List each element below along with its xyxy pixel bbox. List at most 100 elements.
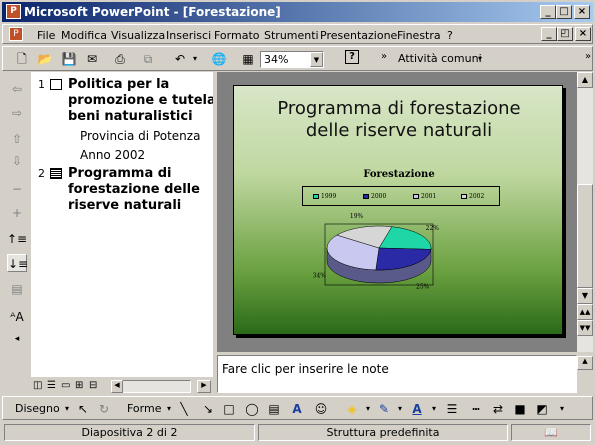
move-down-icon[interactable]: ⇩ bbox=[7, 152, 27, 170]
slide-2-title-line-3[interactable]: riserve naturali bbox=[68, 198, 181, 214]
text-box-icon[interactable]: ▤ bbox=[265, 400, 283, 418]
3d-icon[interactable]: ◩ bbox=[533, 400, 551, 418]
arrow-icon[interactable]: ↘ bbox=[199, 400, 217, 418]
summary-slide-icon[interactable]: ▤ bbox=[7, 280, 27, 298]
previous-slide-icon[interactable]: ▲▲ bbox=[577, 304, 593, 320]
promote-icon[interactable]: ⇦ bbox=[7, 80, 27, 98]
outline-hscroll-track[interactable] bbox=[121, 380, 191, 393]
menu-modifica[interactable]: Modifica bbox=[61, 29, 107, 42]
line-style-icon[interactable]: ☰ bbox=[443, 400, 461, 418]
pie-chart[interactable]: 22% 25% 34% 19% bbox=[234, 86, 564, 336]
zoom-select[interactable]: 34% ▼ bbox=[260, 51, 324, 68]
pie-data-label: 25% bbox=[416, 283, 430, 290]
rectangle-icon[interactable]: □ bbox=[220, 400, 238, 418]
slide[interactable]: Programma di forestazione delle riserve … bbox=[233, 85, 563, 335]
slide-1-title-line-2[interactable]: promozione e tutela de bbox=[68, 93, 213, 109]
slide-1-bullet-2[interactable]: Anno 2002 bbox=[80, 148, 145, 162]
scroll-up-icon[interactable]: ▲ bbox=[577, 72, 593, 88]
document-icon[interactable]: P bbox=[9, 27, 23, 41]
menu-help[interactable]: ? bbox=[447, 29, 453, 42]
scroll-thumb[interactable] bbox=[577, 184, 593, 288]
pie-data-label: 34% bbox=[313, 273, 327, 280]
save-icon[interactable]: 💾 bbox=[60, 50, 78, 68]
menu-inserisci[interactable]: Inserisci bbox=[166, 29, 211, 42]
tasks-dropdown-icon[interactable]: ▾ bbox=[471, 50, 489, 68]
print-icon[interactable]: ⎙ bbox=[111, 50, 129, 68]
shadow-icon[interactable]: ■ bbox=[511, 400, 529, 418]
toolbar-more-icon[interactable]: » bbox=[375, 48, 393, 66]
slide-2-number: 2 bbox=[38, 167, 45, 180]
slide-selected-icon[interactable] bbox=[50, 168, 62, 179]
next-slide-icon[interactable]: ▼▼ bbox=[577, 320, 593, 336]
insert-table-icon[interactable]: ▦ bbox=[239, 50, 257, 68]
draw-menu[interactable]: Disegno bbox=[15, 402, 60, 415]
notes-scroll-up-icon[interactable]: ▲ bbox=[577, 356, 593, 370]
outline-toolbar: ⇦ ⇨ ⇧ ⇩ − + ↑≡ ↓≡ ▤ ᴬA ◂ bbox=[4, 72, 30, 377]
open-icon[interactable]: 📂 bbox=[36, 50, 54, 68]
close-button[interactable]: × bbox=[574, 5, 590, 19]
menu-formato[interactable]: Formato bbox=[214, 29, 260, 42]
normal-view-icon[interactable]: ◫ bbox=[33, 380, 42, 391]
slide-icon[interactable] bbox=[50, 79, 62, 90]
new-icon[interactable]: 🗋 bbox=[13, 50, 31, 68]
free-rotate-icon[interactable]: ↻ bbox=[95, 400, 113, 418]
email-icon[interactable]: ✉ bbox=[83, 50, 101, 68]
select-objects-icon[interactable]: ↖ bbox=[74, 400, 92, 418]
scroll-down-icon[interactable]: ▼ bbox=[577, 288, 593, 304]
notes-pane[interactable]: Fare clic per inserire le note ▲ bbox=[217, 355, 593, 393]
wordart-icon[interactable]: A bbox=[288, 400, 306, 418]
slide-view-icon[interactable]: ▭ bbox=[61, 380, 70, 391]
minimize-button[interactable]: _ bbox=[540, 5, 556, 19]
oval-icon[interactable]: ◯ bbox=[243, 400, 261, 418]
zoom-dropdown-icon[interactable]: ▼ bbox=[310, 52, 323, 67]
clipart-icon[interactable]: ☺ bbox=[312, 400, 330, 418]
doc-restore-button[interactable]: ◰ bbox=[557, 27, 573, 41]
line-color-dropdown-icon[interactable]: ▾ bbox=[391, 400, 409, 418]
slide-1-bullet-1[interactable]: Provincia di Potenza bbox=[80, 129, 200, 143]
demote-icon[interactable]: ⇨ bbox=[7, 104, 27, 122]
move-up-icon[interactable]: ⇧ bbox=[7, 130, 27, 148]
outline-pane[interactable]: 1 Politica per la promozione e tutela de… bbox=[31, 72, 213, 377]
tasks-menu-label[interactable]: Attività comuni bbox=[398, 52, 482, 65]
slideshow-icon[interactable]: ⊟ bbox=[89, 380, 97, 391]
font-color-dropdown-icon[interactable]: ▾ bbox=[425, 400, 443, 418]
menu-file[interactable]: File bbox=[37, 29, 55, 42]
doc-close-button[interactable]: × bbox=[575, 27, 591, 41]
menu-visualizza[interactable]: Visualizza bbox=[111, 29, 165, 42]
dash-style-icon[interactable]: ┅ bbox=[467, 400, 485, 418]
slide-2-title-line-2[interactable]: forestazione delle bbox=[68, 182, 200, 198]
slide-sorter-icon[interactable]: ⊞ bbox=[75, 380, 83, 391]
maximize-button[interactable]: □ bbox=[556, 5, 572, 19]
menu-presentazione[interactable]: Presentazione bbox=[320, 29, 397, 42]
arrow-style-icon[interactable]: ⇄ bbox=[489, 400, 507, 418]
notes-placeholder[interactable]: Fare clic per inserire le note bbox=[222, 362, 389, 376]
title-bar: P Microsoft PowerPoint - [Forestazione] … bbox=[2, 2, 593, 22]
scroll-left-icon[interactable]: ◀ bbox=[111, 380, 123, 393]
show-formatting-icon[interactable]: ᴬA bbox=[7, 308, 27, 326]
slide-1-title-line-3[interactable]: beni naturalistici bbox=[68, 109, 193, 125]
menu-strumenti[interactable]: Strumenti bbox=[264, 29, 319, 42]
undo-dropdown-icon[interactable]: ▾ bbox=[186, 50, 204, 68]
copy-icon[interactable]: ⧉ bbox=[139, 50, 157, 68]
autoshapes-menu[interactable]: Forme bbox=[127, 402, 161, 415]
line-icon[interactable]: ╲ bbox=[175, 400, 193, 418]
font-color-icon[interactable]: A bbox=[408, 400, 426, 418]
slide-2-title-line-1[interactable]: Programma di bbox=[68, 166, 172, 182]
expand-all-icon[interactable]: ↓≡ bbox=[7, 254, 28, 272]
outline-more-icon[interactable]: ◂ bbox=[7, 330, 27, 348]
collapse-all-icon[interactable]: ↑≡ bbox=[7, 230, 27, 248]
doc-minimize-button[interactable]: _ bbox=[541, 27, 557, 41]
toolbar-options-icon[interactable]: » bbox=[579, 48, 595, 66]
expand-icon[interactable]: + bbox=[7, 204, 27, 222]
menu-finestra[interactable]: Finestra bbox=[397, 29, 441, 42]
help-icon[interactable]: ? bbox=[345, 50, 359, 64]
spelling-icon[interactable]: 📖 bbox=[544, 426, 558, 439]
powerpoint-app-icon[interactable]: P bbox=[6, 4, 21, 19]
scroll-right-icon[interactable]: ▶ bbox=[197, 380, 211, 393]
hyperlink-icon[interactable]: 🌐 bbox=[210, 50, 228, 68]
slide-vscroll[interactable]: ▲ ▼ ▲▲ ▼▼ bbox=[577, 72, 593, 352]
drawing-options-icon[interactable]: ▾ bbox=[553, 400, 571, 418]
collapse-icon[interactable]: − bbox=[7, 180, 27, 198]
outline-view-icon[interactable]: ☰ bbox=[47, 380, 56, 391]
slide-1-title-line-1[interactable]: Politica per la bbox=[68, 77, 169, 93]
